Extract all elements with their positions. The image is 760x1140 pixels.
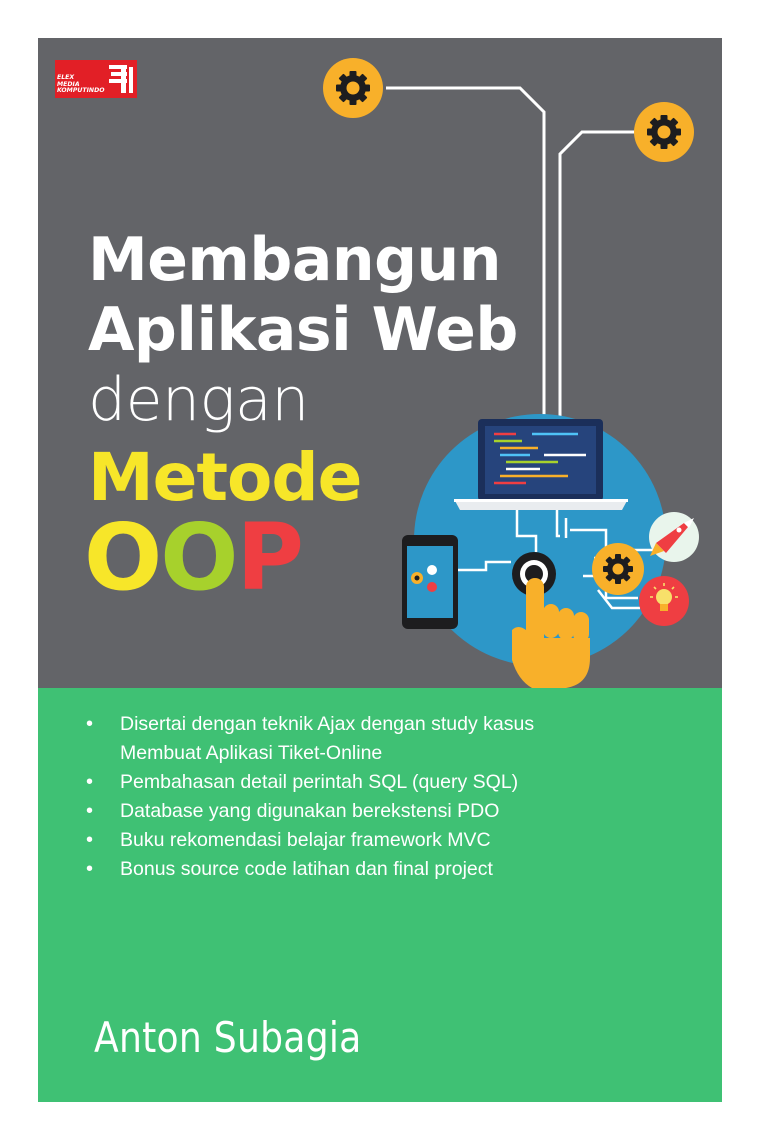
title-line-3: dengan — [88, 365, 309, 435]
cover-bottom-section: Disertai dengan teknik Ajax dengan study… — [38, 688, 722, 1102]
cover-top-section: ELEX MEDIA KOMPUTINDO Membangun Aplikasi… — [38, 38, 722, 688]
feature-item: Disertai dengan teknik Ajax dengan study… — [86, 710, 560, 768]
feature-item: Buku rekomendasi belajar framework MVC — [86, 826, 560, 855]
oop-letter: O — [160, 504, 238, 611]
title-line-2: Aplikasi Web — [88, 295, 518, 365]
lightbulb-icon — [639, 576, 689, 626]
title-line-1: Membangun — [88, 225, 501, 295]
feature-item: Bonus source code latihan dan final proj… — [86, 855, 560, 884]
oop-letter: P — [236, 504, 303, 611]
oop-letter: O — [84, 504, 162, 611]
rocket-icon — [649, 512, 699, 562]
gear-icon — [634, 102, 694, 162]
feature-list: Disertai dengan teknik Ajax dengan study… — [86, 710, 560, 884]
publisher-logo: ELEX MEDIA KOMPUTINDO — [55, 60, 137, 98]
smartphone-icon — [402, 535, 458, 629]
feature-item: Database yang digunakan berekstensi PDO — [86, 797, 560, 826]
book-cover: ELEX MEDIA KOMPUTINDO Membangun Aplikasi… — [38, 38, 722, 1102]
feature-item: Pembahasan detail perintah SQL (query SQ… — [86, 768, 560, 797]
publisher-logo-text: ELEX MEDIA KOMPUTINDO — [57, 74, 105, 95]
title-highlight-oop: OOP — [84, 504, 304, 611]
gear-icon — [323, 58, 383, 118]
author-name: Anton Subagia — [94, 1013, 362, 1062]
logo-line: KOMPUTINDO — [57, 87, 105, 95]
book-title: Membangun Aplikasi Web dengan — [88, 225, 518, 435]
gear-icon — [592, 543, 644, 595]
